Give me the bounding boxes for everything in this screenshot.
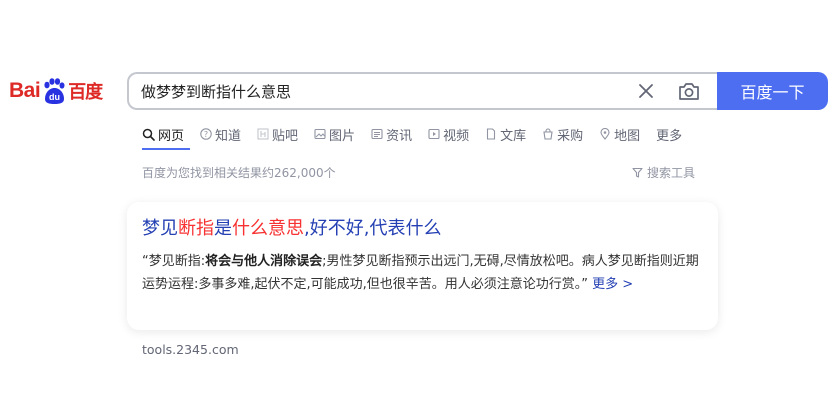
tab-tieba[interactable]: 贴吧 (257, 125, 298, 144)
search-tools-label: 搜索工具 (647, 166, 696, 180)
title-highlight: 什么意思 (232, 218, 304, 239)
tab-label: 地图 (614, 128, 641, 144)
title-text: ,好不好,代表什么 (304, 218, 442, 239)
tab-label: 资讯 (386, 128, 413, 144)
tab-web[interactable]: 网页 (142, 125, 184, 144)
news-icon (371, 128, 383, 140)
search-icon (142, 128, 155, 141)
result-snippet: “梦见断指:将会与他人消除误会;男性梦见断指预示出远门,无碍,尽情放松吧。病人梦… (142, 250, 707, 296)
tab-label: 贴吧 (272, 128, 299, 144)
tab-more[interactable]: 更多 (656, 125, 682, 144)
tab-caigou[interactable]: 采购 (542, 125, 583, 144)
tab-wenku[interactable]: 文库 (485, 125, 526, 144)
tab-label: 视频 (443, 128, 470, 144)
tab-news[interactable]: 资讯 (371, 125, 412, 144)
search-tabs: 网页 ? 知道 贴吧 图片 资讯 视频 文库 采购 地图 更多 (142, 124, 698, 144)
search-button[interactable]: 百度一下 (717, 72, 828, 110)
tab-label: 网页 (158, 128, 185, 144)
paw-icon: du (41, 78, 67, 104)
search-box (127, 72, 719, 110)
search-input[interactable] (141, 74, 621, 108)
tab-label: 图片 (329, 128, 356, 144)
title-text: 是 (214, 218, 232, 239)
map-pin-icon (600, 128, 610, 140)
svg-text:?: ? (204, 130, 208, 139)
tab-zhidao[interactable]: ? 知道 (200, 125, 241, 144)
close-icon[interactable] (637, 82, 655, 100)
camera-icon[interactable] (678, 81, 700, 101)
tab-label: 知道 (215, 128, 242, 144)
tab-label: 文库 (500, 128, 527, 144)
tab-label: 采购 (557, 128, 584, 144)
logo-text-cn: 百度 (68, 82, 103, 103)
result-source-url[interactable]: tools.2345.com (142, 342, 239, 357)
title-text: 梦见 (142, 218, 178, 239)
search-tools-button[interactable]: 搜索工具 (632, 164, 695, 181)
filter-icon (632, 167, 643, 178)
image-icon (314, 128, 326, 140)
tab-images[interactable]: 图片 (314, 125, 355, 144)
tieba-icon (257, 128, 269, 140)
active-tab-indicator (142, 148, 190, 150)
result-title-link[interactable]: 梦见断指是什么意思,好不好,代表什么 (142, 214, 441, 240)
tab-map[interactable]: 地图 (599, 125, 640, 144)
tab-video[interactable]: 视频 (428, 125, 469, 144)
snippet-text: “梦见断指: (142, 254, 206, 269)
more-link[interactable]: 更多 > (592, 277, 633, 292)
baidu-logo[interactable]: Bai du 百度 (9, 74, 113, 108)
question-icon: ? (200, 128, 212, 140)
logo-text-bai: Bai (9, 79, 41, 102)
logo-text-du: du (49, 92, 60, 102)
title-highlight: 断指 (178, 218, 214, 239)
tab-label: 更多 (656, 128, 683, 144)
shopping-icon (543, 128, 553, 140)
result-count: 百度为您找到相关结果约262,000个 (142, 166, 336, 180)
video-icon (428, 128, 440, 140)
document-icon (487, 128, 496, 140)
result-card: 梦见断指是什么意思,好不好,代表什么 “梦见断指:将会与他人消除误会;男性梦见断… (127, 202, 718, 330)
snippet-bold: 将会与他人消除误会 (205, 254, 323, 269)
